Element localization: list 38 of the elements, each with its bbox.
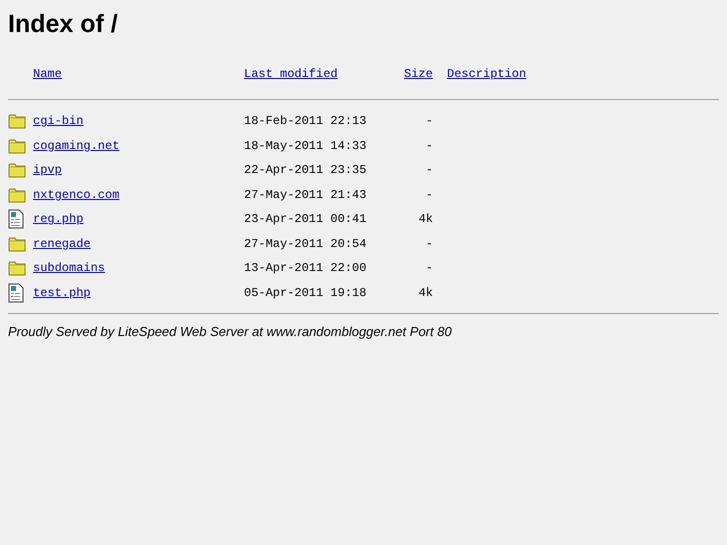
modified-date: 05-Apr-2011 19:18 — [244, 284, 368, 302]
size-column-link[interactable]: Size — [404, 65, 447, 83]
entry-link[interactable]: reg.php — [33, 212, 84, 226]
folder-icon — [8, 162, 26, 178]
entry-link[interactable]: test.php — [33, 286, 91, 300]
modified-date: 27-May-2011 21:43 — [244, 186, 368, 204]
file-size: - — [424, 138, 433, 155]
folder-icon — [8, 260, 26, 276]
file-size: - — [424, 236, 433, 253]
entry-link[interactable]: subdomains — [33, 261, 106, 276]
entry-link[interactable]: cogaming.net — [33, 138, 120, 153]
modified-date: 23-Apr-2011 00:41 — [244, 211, 368, 228]
document-icon — [8, 209, 24, 230]
description-column-link[interactable]: Description — [447, 65, 526, 83]
folder-icon — [8, 236, 26, 252]
file-size: - — [424, 260, 433, 278]
folder-icon — [8, 186, 26, 203]
server-footer: Proudly Served by LiteSpeed Web Server at www.randomblogger.net Port 80 — [8, 322, 719, 342]
file-size: - — [424, 113, 433, 130]
document-icon — [8, 282, 24, 303]
folder-icon — [8, 138, 26, 154]
modified-date: 22-Apr-2011 23:35 — [244, 162, 368, 180]
entry-link[interactable]: renegade — [33, 236, 91, 251]
entry-link[interactable]: nxtgenco.com — [33, 188, 120, 202]
modified-date: 27-May-2011 20:54 — [244, 236, 368, 253]
modified-date: 18-May-2011 14:33 — [244, 138, 368, 155]
modified-date: 18-Feb-2011 22:13 — [244, 113, 368, 130]
file-size: - — [424, 186, 433, 204]
page-title: Index of / — [8, 9, 119, 39]
file-size: 4k — [418, 211, 433, 228]
file-size: - — [424, 162, 433, 180]
file-size: 4k — [418, 284, 433, 302]
entry-link[interactable]: ipvp — [33, 163, 62, 178]
entry-link[interactable]: cgi-bin — [33, 114, 84, 128]
name-column-link[interactable]: Name — [33, 65, 244, 83]
folder-icon — [8, 113, 26, 130]
modified-date: 13-Apr-2011 22:00 — [244, 260, 368, 278]
last-modified-column-link[interactable]: Last modified — [244, 65, 404, 83]
